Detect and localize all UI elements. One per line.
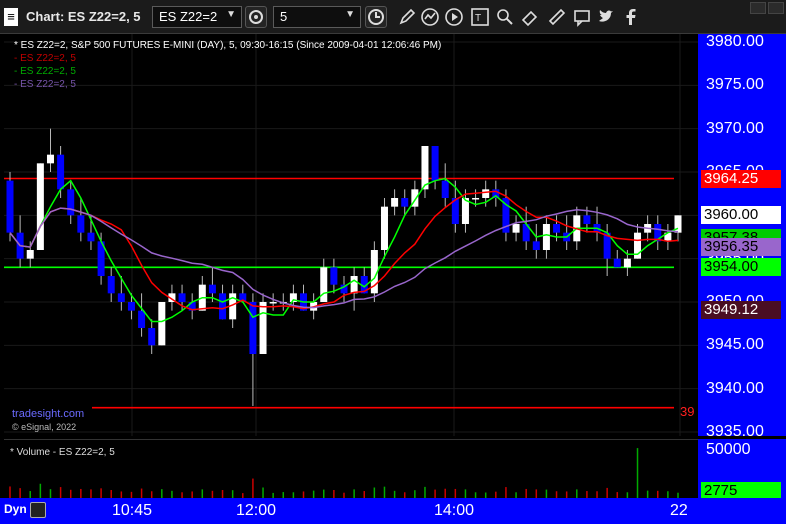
price-tag: 3949.12 bbox=[701, 300, 781, 319]
candle-body bbox=[158, 302, 166, 346]
candle-body bbox=[269, 302, 277, 304]
candle-body bbox=[107, 276, 115, 294]
time-label: 10:45 bbox=[112, 502, 153, 519]
candle-body bbox=[57, 154, 65, 190]
candle-body bbox=[542, 224, 550, 250]
candle-body bbox=[67, 189, 75, 216]
candle-body bbox=[46, 154, 54, 164]
chevron-down-icon: ▼ bbox=[226, 9, 236, 20]
interval-value: 5 bbox=[280, 9, 288, 24]
ruler-icon[interactable] bbox=[547, 7, 567, 27]
chart-menu-icon[interactable]: ≡ bbox=[4, 8, 18, 26]
candle-body bbox=[249, 302, 257, 354]
play-icon[interactable] bbox=[444, 7, 464, 27]
price-axis-tick: 3935.00 bbox=[706, 423, 764, 440]
price-axis-tick: 3975.00 bbox=[706, 76, 764, 94]
candle-body bbox=[482, 189, 490, 198]
twitter-icon[interactable] bbox=[596, 7, 616, 27]
study-label-red: - ES Z22=2, 5 bbox=[14, 53, 76, 64]
candle-body bbox=[6, 180, 14, 233]
study-label-purple: - ES Z22=2, 5 bbox=[14, 79, 76, 90]
candle-body bbox=[441, 180, 449, 198]
candle-body bbox=[401, 198, 409, 207]
close-button[interactable] bbox=[768, 2, 784, 14]
chart-header: * ES Z22=2, S&P 500 FUTURES E-MINI (DAY)… bbox=[14, 40, 442, 51]
candle-body bbox=[208, 284, 216, 294]
candle-body bbox=[87, 232, 95, 242]
comment-icon[interactable] bbox=[572, 7, 592, 27]
dyn-label: Dyn bbox=[4, 502, 27, 516]
candle-body bbox=[117, 293, 125, 302]
minimize-button[interactable] bbox=[750, 2, 766, 14]
price-chart[interactable] bbox=[4, 34, 698, 436]
price-axis-tick: 3980.00 bbox=[706, 33, 764, 50]
candle-body bbox=[553, 224, 561, 233]
candle-body bbox=[583, 215, 591, 224]
candle-body bbox=[178, 293, 186, 302]
candle-body bbox=[36, 163, 44, 250]
candle-body bbox=[127, 302, 135, 311]
candle-body bbox=[219, 293, 227, 320]
candle-body bbox=[380, 206, 388, 250]
pencil-icon[interactable] bbox=[397, 7, 417, 27]
price-tag: 3956.35 bbox=[701, 237, 781, 256]
price-tag: 3954.00 bbox=[701, 258, 781, 277]
clock-icon bbox=[368, 9, 384, 25]
candle-body bbox=[613, 258, 621, 268]
candle-body bbox=[623, 258, 631, 268]
study-label-green: - ES Z22=2, 5 bbox=[14, 66, 76, 77]
zoom-icon[interactable] bbox=[495, 7, 515, 27]
cycle-button[interactable] bbox=[245, 6, 267, 28]
price-tag: 3964.25 bbox=[701, 169, 781, 188]
candle-body bbox=[26, 250, 34, 259]
copyright: © eSignal, 2022 bbox=[12, 422, 77, 432]
volume-axis-tick: 50000 bbox=[706, 441, 751, 458]
facebook-icon[interactable] bbox=[621, 7, 641, 27]
candle-body bbox=[532, 241, 540, 250]
candle-body bbox=[77, 215, 85, 233]
chart-line-icon[interactable] bbox=[420, 7, 440, 27]
candle-body bbox=[431, 146, 439, 181]
price-axis-tick: 3970.00 bbox=[706, 119, 764, 137]
candle-body bbox=[512, 224, 520, 233]
svg-text:T: T bbox=[475, 13, 481, 24]
dyn-toggle-button[interactable] bbox=[30, 502, 46, 518]
volume-title: * Volume - ES Z22=2, 5 bbox=[10, 447, 115, 458]
cycle-icon bbox=[249, 10, 263, 24]
volume-panel[interactable]: * Volume - ES Z22=2, 5 bbox=[4, 439, 698, 498]
time-label: 14:00 bbox=[434, 502, 475, 519]
candle-body bbox=[259, 302, 267, 354]
symbol-select[interactable]: ES Z22=2 ▼ bbox=[152, 6, 242, 28]
time-label: 12:00 bbox=[236, 502, 277, 519]
price-axis-tick: 3940.00 bbox=[706, 379, 764, 397]
line-edge-label: 39 bbox=[680, 404, 695, 419]
watermark-link[interactable]: tradesight.com bbox=[12, 408, 84, 420]
text-icon[interactable]: T bbox=[470, 7, 490, 27]
candle-body bbox=[138, 310, 146, 328]
price-tag: 3960.00 bbox=[701, 206, 781, 225]
interval-select[interactable]: 5 ▼ bbox=[273, 6, 361, 28]
candle-body bbox=[472, 198, 480, 200]
chart-toolbar: ≡ Chart: ES Z22=2, 5 ES Z22=2 ▼ 5 ▼ T bbox=[0, 0, 786, 34]
price-panel[interactable]: * ES Z22=2, S&P 500 FUTURES E-MINI (DAY)… bbox=[4, 34, 698, 436]
symbol-value: ES Z22=2 bbox=[159, 9, 218, 24]
candle-body bbox=[391, 198, 399, 207]
candle-body bbox=[350, 276, 358, 294]
chart-title: Chart: ES Z22=2, 5 bbox=[26, 9, 141, 24]
candle-body bbox=[148, 328, 156, 346]
price-axis-tick: 3945.00 bbox=[706, 336, 764, 354]
candle-body bbox=[330, 267, 338, 285]
time-label: 22 bbox=[670, 502, 688, 519]
candle-body bbox=[421, 146, 429, 190]
candle-body bbox=[320, 267, 328, 302]
eraser-icon[interactable] bbox=[520, 7, 540, 27]
clock-button[interactable] bbox=[365, 6, 387, 28]
chevron-down-icon: ▼ bbox=[345, 9, 355, 20]
